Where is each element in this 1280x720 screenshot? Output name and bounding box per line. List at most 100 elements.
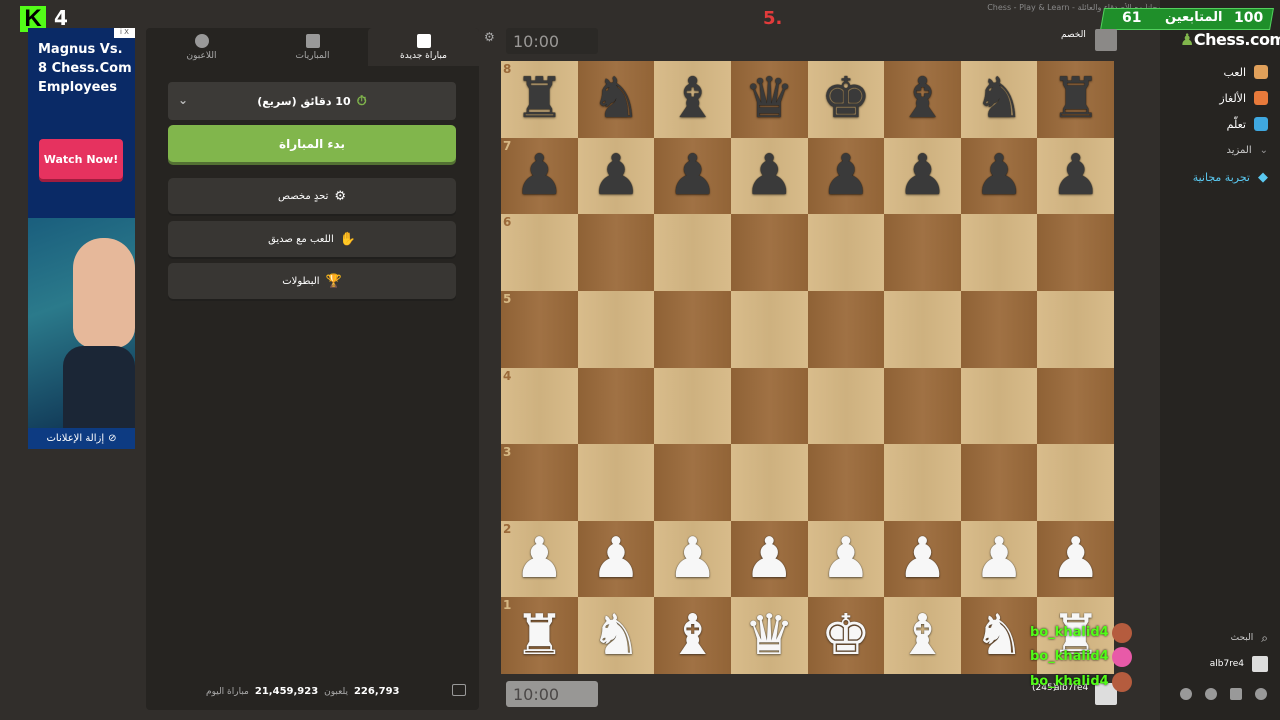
board-square[interactable] <box>654 214 731 291</box>
black-bishop-piece[interactable]: ♝ <box>667 71 717 127</box>
black-king-piece[interactable]: ♚ <box>821 71 871 127</box>
black-pawn-piece[interactable]: ♟ <box>667 147 717 204</box>
white-bishop-piece[interactable]: ♝ <box>897 607 947 664</box>
black-pawn-piece[interactable]: ♟ <box>897 147 947 204</box>
board-square[interactable] <box>577 214 655 291</box>
board-square[interactable]: 1 ♜ <box>501 597 578 674</box>
board-square[interactable]: ♟ <box>1037 520 1114 598</box>
black-rook-piece[interactable]: ♜ <box>514 71 564 127</box>
black-pawn-piece[interactable]: ♟ <box>591 147 641 204</box>
sidebar-item-more[interactable]: ⌄ المزيد <box>1226 139 1268 161</box>
board-square[interactable] <box>654 444 731 521</box>
board-square[interactable]: ♟ <box>884 520 961 598</box>
board-square[interactable] <box>654 367 731 445</box>
board-square[interactable] <box>807 444 885 521</box>
board-square[interactable] <box>1037 214 1114 291</box>
board-square[interactable]: ♞ <box>577 597 655 674</box>
board-square[interactable]: 2 ♟ <box>501 520 578 598</box>
board-square[interactable]: ♟ <box>730 137 808 215</box>
board-square[interactable] <box>1037 290 1114 368</box>
chesscom-logo[interactable]: ♟Chess.com <box>1180 30 1280 49</box>
white-rook-piece[interactable]: ♜ <box>514 607 564 664</box>
board-square[interactable]: ♟ <box>730 520 808 598</box>
board-square[interactable] <box>807 214 885 291</box>
board-square[interactable] <box>654 290 731 368</box>
board-square[interactable]: ♛ <box>730 61 808 138</box>
white-bishop-piece[interactable]: ♝ <box>667 607 717 664</box>
play-button[interactable]: بدء المباراة <box>168 125 456 162</box>
board-square[interactable]: ♟ <box>577 137 655 215</box>
board-square[interactable]: 7 ♟ <box>501 137 578 215</box>
board-square[interactable]: ♚ <box>807 597 885 674</box>
board-square[interactable]: ♟ <box>577 520 655 598</box>
sidebar-user[interactable]: alb7re4 <box>1210 653 1268 675</box>
black-rook-piece[interactable]: ♜ <box>1051 71 1101 127</box>
messages-icon[interactable] <box>1230 688 1242 700</box>
board-square[interactable] <box>730 444 808 521</box>
board-square[interactable] <box>960 214 1038 291</box>
white-pawn-piece[interactable]: ♟ <box>974 531 1024 587</box>
white-pawn-piece[interactable]: ♟ <box>1051 531 1101 587</box>
friends-icon[interactable] <box>1255 688 1267 700</box>
black-bishop-piece[interactable]: ♝ <box>897 71 947 127</box>
black-queen-piece[interactable]: ♛ <box>744 71 794 127</box>
board-square[interactable] <box>960 444 1038 521</box>
board-square[interactable]: ♞ <box>960 597 1038 674</box>
board-square[interactable] <box>1037 444 1114 521</box>
board-square[interactable]: ♟ <box>960 137 1038 215</box>
custom-challenge-button[interactable]: ⚙ تحدٍ مخصص <box>168 178 456 214</box>
sidebar-item-puzzles[interactable]: الألغاز <box>1219 87 1268 109</box>
black-pawn-piece[interactable]: ♟ <box>514 147 564 204</box>
white-knight-piece[interactable]: ♞ <box>974 607 1024 664</box>
board-square[interactable]: ♟ <box>960 520 1038 598</box>
white-king-piece[interactable]: ♚ <box>821 607 871 664</box>
board-square[interactable] <box>807 290 885 368</box>
board-square[interactable]: 3 <box>501 444 578 521</box>
tab-new-game[interactable]: مباراة جديدة <box>368 28 479 66</box>
tab-players[interactable]: اللاعبون <box>146 28 257 66</box>
white-pawn-piece[interactable]: ♟ <box>744 531 794 587</box>
board-square[interactable] <box>884 367 961 445</box>
board-square[interactable]: ♝ <box>884 597 961 674</box>
board-square[interactable]: ♝ <box>654 597 731 674</box>
ad-badge[interactable]: i X <box>114 28 135 38</box>
sidebar-item-learn[interactable]: تعلّم <box>1227 113 1268 135</box>
board-square[interactable]: ♞ <box>960 61 1038 138</box>
board-square[interactable] <box>730 367 808 445</box>
white-knight-piece[interactable]: ♞ <box>591 607 641 664</box>
board-square[interactable]: ♟ <box>654 520 731 598</box>
ad-banner[interactable]: i X Magnus Vs. 8 Chess.Com Employees Wat… <box>28 28 135 449</box>
chat-icon[interactable] <box>452 684 466 696</box>
board-square[interactable]: ♜ <box>1037 61 1114 138</box>
board-square[interactable] <box>577 290 655 368</box>
white-pawn-piece[interactable]: ♟ <box>591 531 641 587</box>
board-square[interactable] <box>577 444 655 521</box>
board-square[interactable]: 5 <box>501 290 578 368</box>
board-square[interactable]: ♟ <box>654 137 731 215</box>
black-pawn-piece[interactable]: ♟ <box>1051 147 1101 204</box>
board-square[interactable]: ♛ <box>730 597 808 674</box>
white-pawn-piece[interactable]: ♟ <box>821 531 871 587</box>
board-square[interactable] <box>960 367 1038 445</box>
board-square[interactable] <box>730 214 808 291</box>
board-square[interactable] <box>884 290 961 368</box>
board-square[interactable] <box>884 214 961 291</box>
tab-games[interactable]: المباريات <box>257 28 368 66</box>
board-square[interactable] <box>1037 367 1114 445</box>
chess-board[interactable]: 8 ♜ ♞ ♝ ♛ ♚ ♝ ♞ ♜ 7 ♟ ♟ ♟ ♟ ♟ ♟ ♟ ♟ 6 5 4 3 2 ♟ ♟ ♟ ♟ ♟ ♟ ♟ ♟ 1 ♜ ♞ ♝ ♛ ♚ ♝ ♞ ♜ <box>501 61 1114 674</box>
black-pawn-piece[interactable]: ♟ <box>974 147 1024 204</box>
board-square[interactable]: ♟ <box>1037 137 1114 215</box>
board-square[interactable] <box>884 444 961 521</box>
time-control-select[interactable]: ⏱ 10 دقائق (سريع) ⌄ <box>168 82 456 120</box>
board-square[interactable]: ♚ <box>807 61 885 138</box>
white-pawn-piece[interactable]: ♟ <box>897 531 947 587</box>
board-square[interactable]: 4 <box>501 367 578 445</box>
board-square[interactable] <box>960 290 1038 368</box>
watch-now-button[interactable]: Watch Now! <box>39 139 123 179</box>
notifications-icon[interactable] <box>1205 688 1217 700</box>
black-pawn-piece[interactable]: ♟ <box>744 147 794 204</box>
board-square[interactable]: ♝ <box>654 61 731 138</box>
black-knight-piece[interactable]: ♞ <box>974 71 1024 127</box>
black-knight-piece[interactable]: ♞ <box>591 71 641 127</box>
sidebar-search[interactable]: ⌕ البحث <box>1231 627 1268 649</box>
